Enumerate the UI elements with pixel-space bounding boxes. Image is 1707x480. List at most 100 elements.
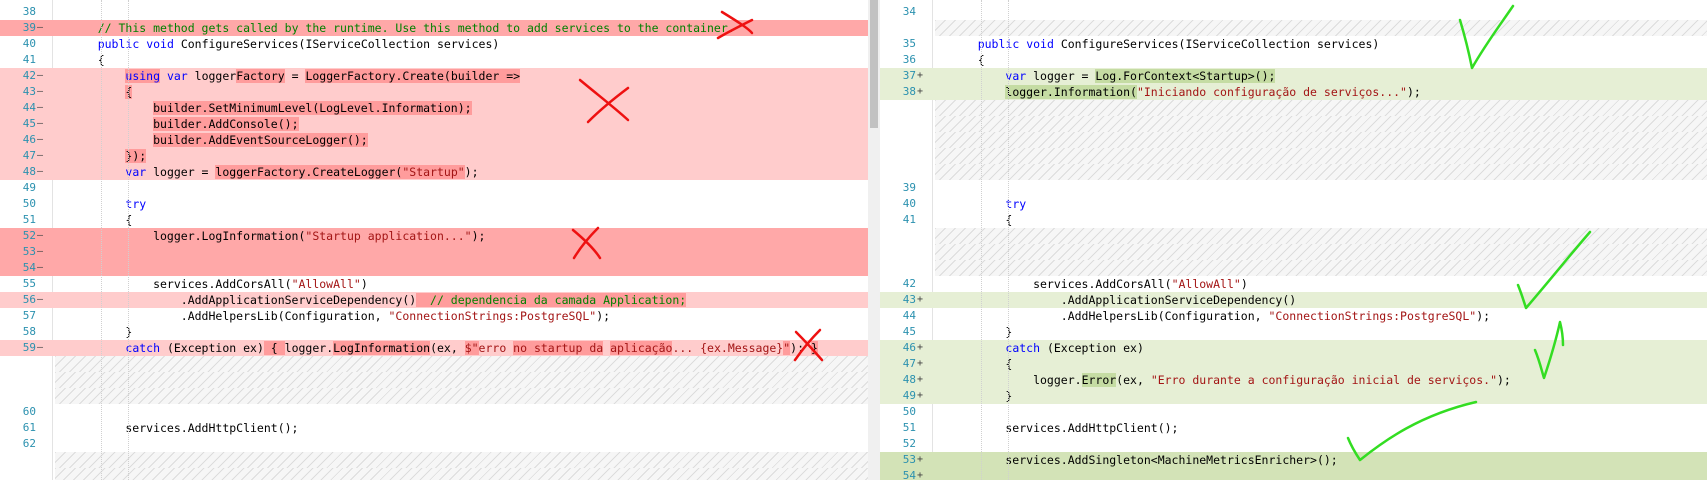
line-number: 45 xyxy=(22,117,36,130)
diff-line[interactable]: 40 try xyxy=(880,196,1707,212)
diff-line[interactable]: 60 xyxy=(0,404,880,420)
diff-line[interactable]: 50 xyxy=(880,404,1707,420)
code-text: try xyxy=(70,196,146,212)
diff-line[interactable]: 44— builder.SetMinimumLevel(LogLevel.Inf… xyxy=(0,100,880,116)
change-marker: — xyxy=(37,102,44,113)
change-marker: + xyxy=(917,454,924,465)
code-text: services.AddHttpClient(); xyxy=(950,420,1178,436)
line-number: 51 xyxy=(22,213,36,226)
diff-line[interactable]: 52 xyxy=(880,436,1707,452)
line-number: 58 xyxy=(22,325,36,338)
diff-line[interactable]: 62 xyxy=(0,436,880,452)
diff-line[interactable]: 45 } xyxy=(880,324,1707,340)
diff-line[interactable]: 43— { xyxy=(0,84,880,100)
line-number: 54 xyxy=(902,469,916,480)
left-vertical-scrollbar[interactable] xyxy=(868,0,880,480)
diff-line[interactable]: 38 + logger.Information("Iniciando config… xyxy=(880,84,1707,100)
indent-guide xyxy=(128,0,130,480)
code-token: ... {ex.Message} xyxy=(672,341,784,355)
change-marker: — xyxy=(37,118,44,129)
code-token: = xyxy=(284,69,306,83)
code-token: no startup da xyxy=(513,341,604,355)
code-token: public xyxy=(977,37,1020,51)
line-number: 47 xyxy=(22,149,36,162)
diff-line[interactable]: 36 { xyxy=(880,52,1707,68)
code-text: }); xyxy=(70,148,147,164)
diff-line[interactable]: 42 services.AddCorsAll("AllowAll") xyxy=(880,276,1707,292)
diff-line[interactable]: 53 + services.AddSingleton<MachineMetrics… xyxy=(880,452,1707,468)
code-token: ); xyxy=(1497,373,1511,387)
indent-guide xyxy=(1008,0,1010,480)
line-number: 57 xyxy=(22,309,36,322)
diff-line[interactable]: 52— logger.LogInformation("Startup appli… xyxy=(0,228,880,244)
diff-line[interactable]: 35 public void ConfigureServices(IServic… xyxy=(880,36,1707,52)
diff-line[interactable]: 44 .AddHelpersLib(Configuration, "Connec… xyxy=(880,308,1707,324)
diff-line[interactable]: 47 + { xyxy=(880,356,1707,372)
diff-line[interactable]: 50 try xyxy=(0,196,880,212)
indent-guide xyxy=(100,0,102,480)
diff-line[interactable]: 49 + } xyxy=(880,388,1707,404)
diff-line[interactable]: 46— builder.AddEventSourceLogger(); xyxy=(0,132,880,148)
code-text: services.AddHttpClient(); xyxy=(70,420,298,436)
diff-line[interactable]: 47— }); xyxy=(0,148,880,164)
diff-line[interactable]: 46 + catch (Exception ex) xyxy=(880,340,1707,356)
diff-line[interactable]: 53— xyxy=(0,244,880,260)
change-marker: + xyxy=(917,86,924,97)
code-token: public xyxy=(97,37,140,51)
diff-line[interactable]: 59— catch (Exception ex) { logger.LogInf… xyxy=(0,340,880,356)
code-text: var logger = Log.ForContext<Startup>(); xyxy=(950,68,1276,84)
code-text: logger.Information("Iniciando configuraç… xyxy=(950,84,1421,100)
diff-line[interactable]: 39 xyxy=(880,180,1707,196)
code-token: ); xyxy=(464,165,479,179)
diff-line[interactable]: 58 } xyxy=(0,324,880,340)
diff-line[interactable]: 49 xyxy=(0,180,880,196)
code-token: "AllowAll" xyxy=(291,277,361,291)
line-number: 59 xyxy=(22,341,36,354)
diff-line[interactable]: 54— xyxy=(0,260,880,276)
change-marker: — xyxy=(37,262,44,273)
diff-line[interactable]: 51 { xyxy=(0,212,880,228)
diff-line[interactable]: 34 xyxy=(880,4,1707,20)
code-token: LoggerFactory.Create(builder => xyxy=(305,69,521,83)
line-number: 35 xyxy=(902,37,916,50)
diff-line[interactable]: 48 + logger.Error(ex, "Erro durante a con… xyxy=(880,372,1707,388)
diff-line[interactable]: 61 services.AddHttpClient(); xyxy=(0,420,880,436)
diff-line[interactable]: 37 + var logger = Log.ForContext<Startup>… xyxy=(880,68,1707,84)
code-token: "ConnectionStrings:PostgreSQL" xyxy=(388,309,597,323)
diff-line[interactable]: 45— builder.AddConsole(); xyxy=(0,116,880,132)
diff-line[interactable]: 41 { xyxy=(0,52,880,68)
left-diff-pane[interactable]: 38 39— // This method gets called by the … xyxy=(0,0,880,480)
line-number: 42 xyxy=(22,69,36,82)
diff-line[interactable]: 56— .AddApplicationServiceDependency() /… xyxy=(0,292,880,308)
diff-filler-hatch xyxy=(55,468,880,480)
line-number: 49 xyxy=(22,181,36,194)
diff-line[interactable]: 48— var logger = loggerFactory.CreateLog… xyxy=(0,164,880,180)
diff-line[interactable]: 40 public void ConfigureServices(IServic… xyxy=(0,36,880,52)
diff-line[interactable]: 38 xyxy=(0,4,880,20)
diff-line[interactable]: 55 services.AddCorsAll("AllowAll") xyxy=(0,276,880,292)
diff-line[interactable]: 43 + .AddApplicationServiceDependency() xyxy=(880,292,1707,308)
scrollbar-thumb[interactable] xyxy=(870,0,878,128)
diff-filler-hatch xyxy=(935,244,1707,260)
line-number: 44 xyxy=(902,309,916,322)
diff-line[interactable]: 42— using var loggerFactory = LoggerFact… xyxy=(0,68,880,84)
code-token: services.AddCorsAll( xyxy=(950,277,1172,291)
diff-line[interactable]: 57 .AddHelpersLib(Configuration, "Connec… xyxy=(0,308,880,324)
diff-line[interactable]: 39— // This method gets called by the ru… xyxy=(0,20,880,36)
diff-filler-hatch xyxy=(55,388,880,404)
diff-line[interactable]: 54 + xyxy=(880,468,1707,480)
change-marker: — xyxy=(37,294,44,305)
right-diff-pane[interactable]: 34 35 public void ConfigureServices(IServ… xyxy=(880,0,1707,480)
diff-line[interactable]: 41 { xyxy=(880,212,1707,228)
code-text: var logger = loggerFactory.CreateLogger(… xyxy=(70,164,479,180)
diff-line[interactable]: 51 services.AddHttpClient(); xyxy=(880,420,1707,436)
code-token: // dependencia da camada Application; xyxy=(416,293,687,307)
code-text: services.AddCorsAll("AllowAll") xyxy=(950,276,1248,292)
